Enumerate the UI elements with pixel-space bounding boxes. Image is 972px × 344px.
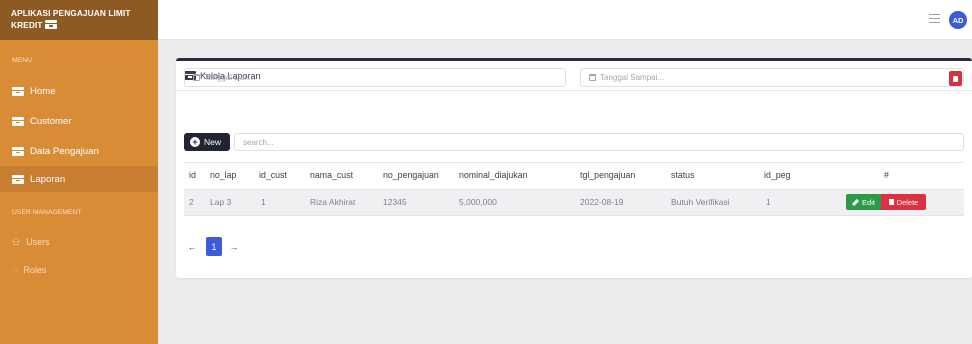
laporan-card: Kelola Laporan	[176, 58, 972, 278]
new-button-label: New	[204, 137, 222, 147]
col-header-nama-cust[interactable]: nama_cust	[310, 170, 353, 180]
avatar[interactable]: AD	[949, 11, 967, 29]
trash-icon	[888, 199, 894, 205]
col-header-nominal-diajukan[interactable]: nominal_diajukan	[459, 170, 527, 180]
shield-icon: ◌	[12, 265, 18, 275]
date-from-input[interactable]: Tanggal Dari...	[184, 68, 566, 87]
hamburger-menu-icon[interactable]	[929, 14, 940, 23]
sidebar-item-label: Home	[30, 85, 56, 97]
cell-id: 2	[189, 197, 194, 207]
sidebar: APLIKASI PENGAJUAN LIMIT KREDIT MENU Hom…	[0, 0, 158, 344]
pencil-icon	[851, 198, 860, 206]
edit-button[interactable]: Edit	[846, 194, 881, 210]
sidebar-item-label: Users	[26, 237, 50, 247]
col-header-tgl-pengajuan[interactable]: tgl_pengajuan	[580, 170, 635, 180]
col-header-no-lap[interactable]: no_lap	[210, 170, 236, 180]
col-header-no-pengajuan[interactable]: no_pengajuan	[383, 170, 439, 180]
sidebar-item-home[interactable]: Home	[0, 79, 158, 103]
brand-line2: KREDIT	[11, 20, 43, 30]
box-icon	[12, 146, 24, 156]
calendar-icon	[589, 74, 596, 81]
cell-id-peg: 1	[766, 197, 771, 207]
cell-tgl-pengajuan: 2022-08-19	[580, 197, 624, 207]
col-header-id[interactable]: id	[189, 170, 196, 180]
box-icon	[12, 116, 24, 126]
date-to-input[interactable]: Tanggal Sampai...	[580, 68, 964, 87]
users-icon: ⚇	[12, 236, 21, 247]
col-header-actions: #	[884, 170, 889, 180]
sidebar-item-users[interactable]: ⚇ Users	[0, 230, 158, 254]
calendar-icon	[193, 74, 200, 81]
new-button[interactable]: + New	[184, 133, 230, 151]
pagination-prev[interactable]: ←	[184, 237, 200, 256]
pagination-page-1[interactable]: 1	[206, 237, 222, 256]
date-to-placeholder: Tanggal Sampai...	[600, 73, 665, 82]
box-icon	[12, 174, 24, 184]
delete-label: Delete	[896, 197, 919, 207]
sidebar-item-customer[interactable]: Customer	[0, 109, 158, 133]
pagination-next[interactable]: →	[226, 237, 242, 256]
sidebar-item-roles[interactable]: ◌ Roles	[0, 258, 158, 282]
app-brand[interactable]: APLIKASI PENGAJUAN LIMIT KREDIT	[0, 0, 158, 40]
delete-button[interactable]: Delete	[881, 194, 926, 210]
plus-icon: +	[190, 137, 200, 147]
cell-no-pengajuan: 12345	[383, 197, 407, 207]
search-input[interactable]: search...	[234, 133, 964, 151]
table-top-border	[184, 162, 964, 163]
sidebar-item-data-pengajuan[interactable]: Data Pengajuan	[0, 139, 158, 163]
cell-no-lap: Lap 3	[210, 197, 232, 207]
user-management-heading: USER MANAGEMENT	[12, 209, 82, 216]
sidebar-item-label: Data Pengajuan	[30, 145, 99, 157]
sidebar-item-label: Roles	[23, 265, 47, 275]
cell-nama-cust: Riza Akhirat	[310, 197, 356, 207]
topbar: AD	[158, 0, 972, 40]
brand-line1: APLIKASI PENGAJUAN LIMIT	[11, 8, 131, 18]
date-from-placeholder: Tanggal Dari...	[204, 73, 256, 82]
menu-heading: MENU	[12, 57, 33, 64]
sidebar-item-laporan[interactable]: Laporan	[0, 166, 158, 192]
cell-nominal-diajukan: 5,000,000	[459, 197, 497, 207]
box-icon	[44, 20, 57, 29]
sidebar-item-label: Laporan	[30, 173, 66, 185]
edit-label: Edit	[862, 197, 875, 207]
cell-status: Butuh Verifikasi	[671, 197, 730, 207]
search-placeholder: search...	[243, 137, 274, 147]
col-header-id-peg[interactable]: id_peg	[764, 170, 790, 180]
col-header-id-cust[interactable]: id_cust	[259, 170, 287, 180]
col-header-status[interactable]: status	[671, 170, 694, 180]
cell-id-cust: 1	[261, 197, 266, 207]
box-icon	[12, 86, 24, 96]
table-bottom-border	[184, 215, 964, 216]
sidebar-item-label: Customer	[30, 115, 72, 127]
